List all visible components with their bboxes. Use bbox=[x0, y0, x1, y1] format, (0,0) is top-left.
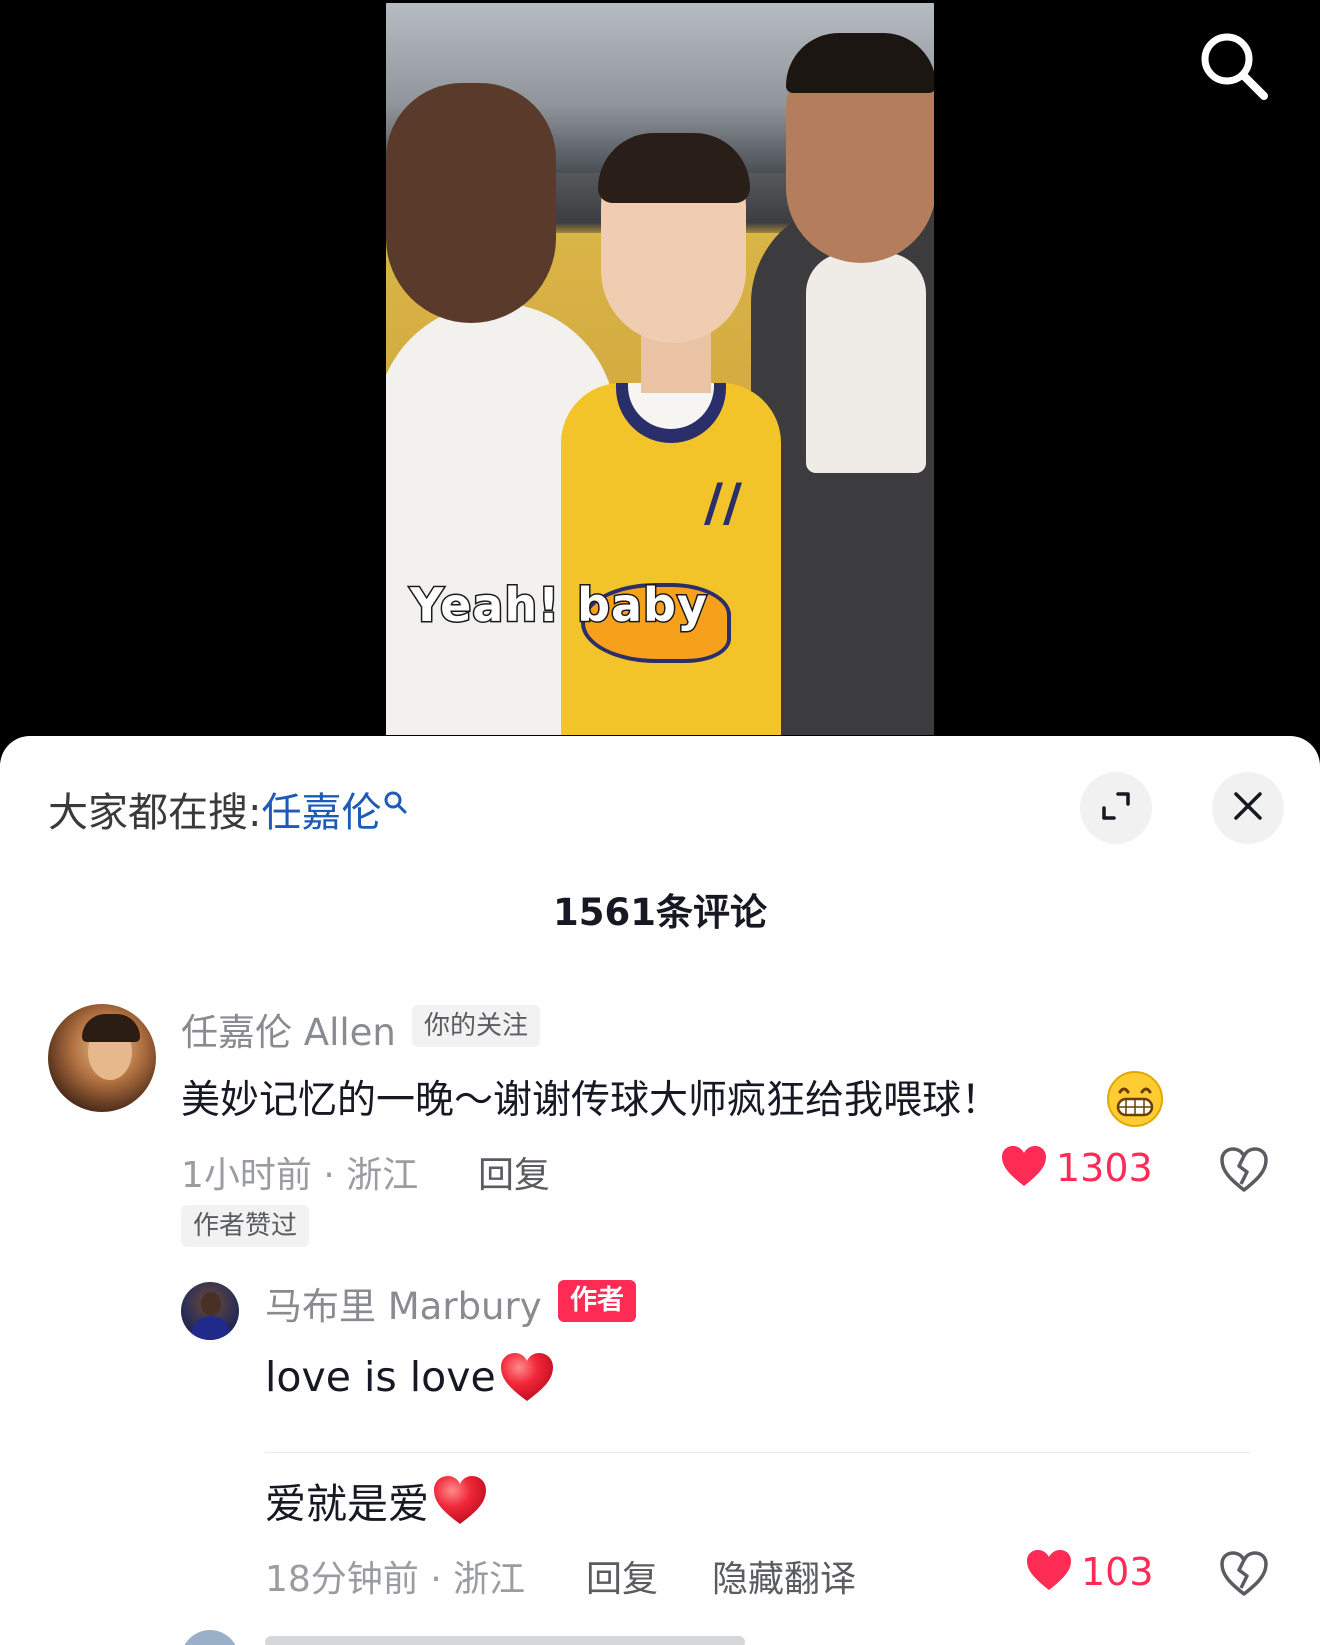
hot-search-keyword[interactable]: 任嘉伦 bbox=[261, 790, 381, 836]
hide-translation-button[interactable]: 隐藏翻译 bbox=[712, 1550, 856, 1602]
translation-divider bbox=[265, 1452, 1250, 1453]
avatar-hair bbox=[82, 1014, 140, 1042]
author-badge: 作者 bbox=[558, 1280, 636, 1322]
reply-text-row: love is love bbox=[265, 1350, 556, 1404]
search-small-icon bbox=[383, 780, 409, 826]
reply-translation-row: 爱就是爱 bbox=[265, 1470, 489, 1530]
expand-button[interactable] bbox=[1080, 772, 1152, 844]
next-reply-avatar[interactable] bbox=[181, 1630, 239, 1645]
reply-translation: 爱就是爱 bbox=[265, 1480, 429, 1528]
broken-heart-icon bbox=[1218, 1147, 1270, 1200]
search-icon[interactable] bbox=[1196, 28, 1272, 104]
hot-search-prefix: 大家都在搜: bbox=[48, 790, 262, 836]
person-right-hair bbox=[786, 33, 934, 93]
following-badge: 你的关注 bbox=[412, 1005, 541, 1047]
author-liked-badge: 作者赞过 bbox=[181, 1205, 310, 1247]
broken-heart-icon bbox=[1218, 1551, 1270, 1604]
heart-filled-icon bbox=[1000, 1144, 1048, 1192]
reply-text: love is love bbox=[265, 1353, 496, 1401]
reply-author-name[interactable]: 马布里 Marbury bbox=[265, 1276, 542, 1330]
like-button[interactable]: 103 bbox=[1025, 1548, 1154, 1596]
like-button[interactable]: 1303 bbox=[1000, 1144, 1153, 1192]
expand-icon bbox=[1098, 788, 1134, 828]
person-center-hair bbox=[598, 133, 750, 203]
avatar-face bbox=[201, 1292, 221, 1316]
next-reply-placeholder bbox=[265, 1636, 745, 1645]
grinning-face-icon bbox=[1106, 1070, 1164, 1128]
person-right-shirt bbox=[806, 253, 926, 473]
comment-text: 美妙记忆的一晚～谢谢传球大师疯狂给我喂球！ bbox=[181, 1078, 1001, 1123]
dislike-button[interactable] bbox=[1218, 1144, 1270, 1196]
comment-count-title: 1561条评论 bbox=[553, 891, 767, 934]
reply-meta: 18分钟前 · 浙江 bbox=[265, 1559, 526, 1600]
comment-meta: 1小时前 · 浙江 bbox=[181, 1155, 419, 1196]
reply-button[interactable]: 回复 bbox=[586, 1550, 658, 1602]
jersey-number-mark: // bbox=[704, 473, 742, 533]
avatar[interactable] bbox=[48, 1004, 156, 1112]
red-heart-icon bbox=[431, 1473, 489, 1527]
close-button[interactable] bbox=[1212, 772, 1284, 844]
video-subtitle: Yeah! baby bbox=[409, 577, 709, 634]
like-count: 103 bbox=[1081, 1550, 1154, 1594]
like-count: 1303 bbox=[1056, 1146, 1153, 1190]
red-heart-icon bbox=[498, 1350, 556, 1404]
reply-button[interactable]: 回复 bbox=[478, 1146, 550, 1198]
person-left-head bbox=[386, 83, 556, 323]
comment-sheet: 大家都在搜:任嘉伦 1561条评论 任嘉伦 Allen 你的关注 美妙记忆的一晚… bbox=[0, 736, 1320, 1645]
heart-filled-icon bbox=[1025, 1548, 1073, 1596]
hot-search-bar[interactable]: 大家都在搜:任嘉伦 bbox=[48, 780, 409, 838]
video-player[interactable]: // Yeah! baby bbox=[0, 0, 1320, 740]
reply-avatar[interactable] bbox=[181, 1282, 239, 1340]
avatar-shirt bbox=[191, 1316, 231, 1340]
video-frame[interactable]: // Yeah! baby bbox=[386, 3, 934, 735]
close-icon bbox=[1231, 789, 1265, 827]
comment-author-name[interactable]: 任嘉伦 Allen bbox=[181, 1002, 396, 1056]
dislike-button[interactable] bbox=[1218, 1548, 1270, 1600]
